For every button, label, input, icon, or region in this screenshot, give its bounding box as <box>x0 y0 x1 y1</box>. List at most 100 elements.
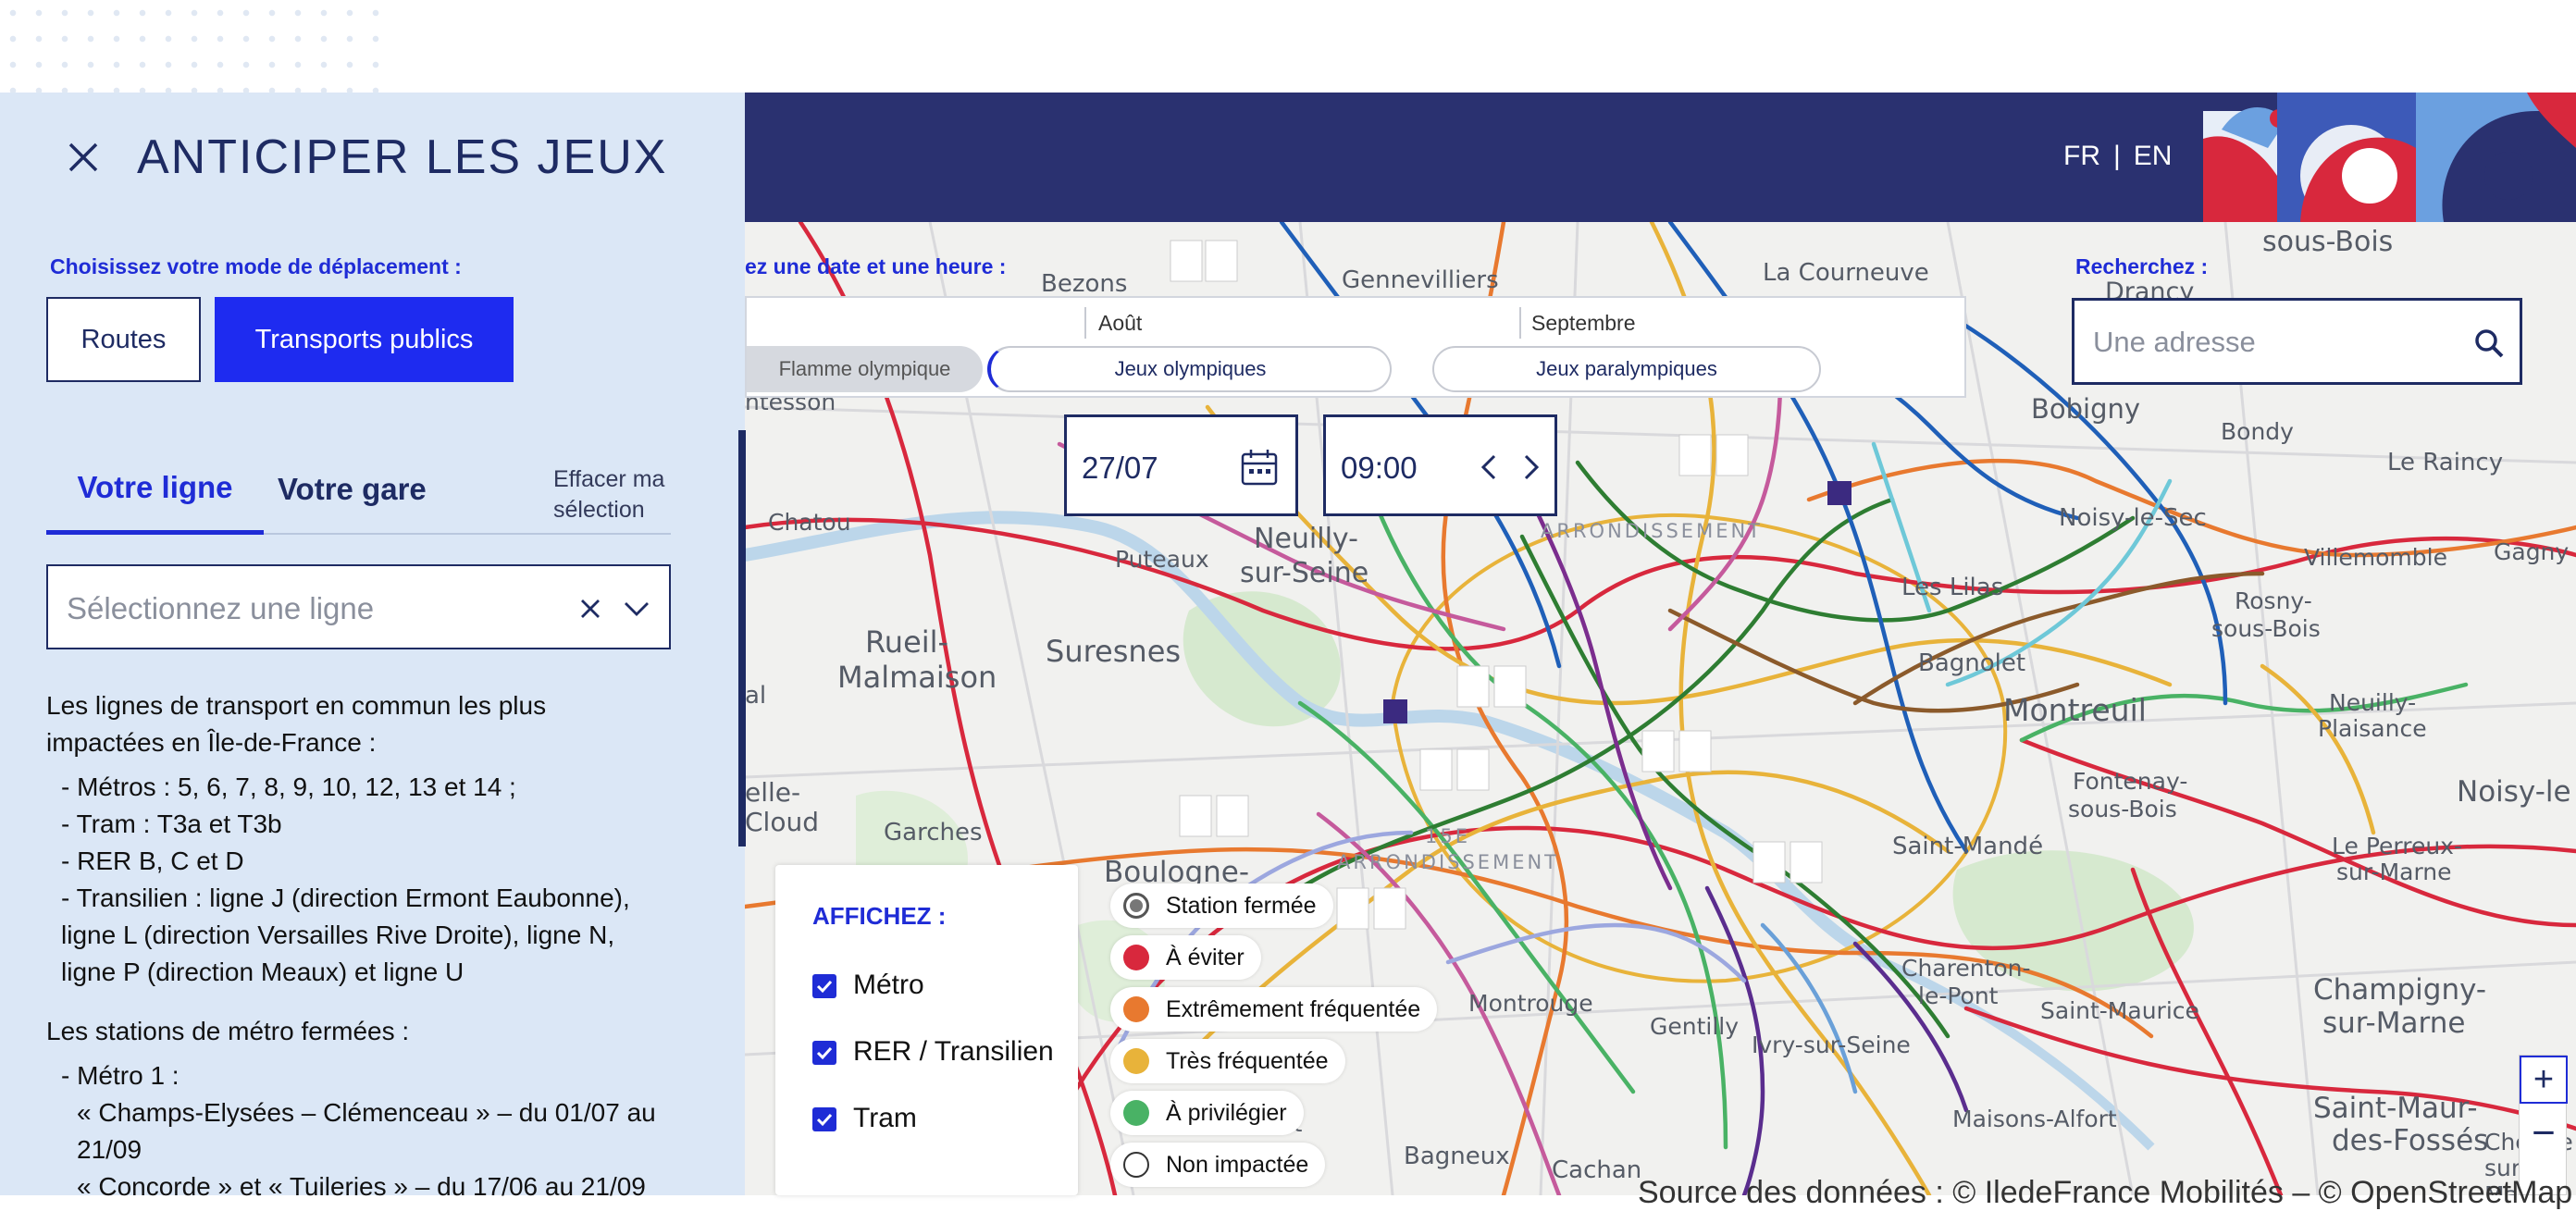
map-label-malmaison: Malmaison <box>837 660 997 695</box>
info-transilien-3: ligne P (direction Meaux) et ligne U <box>61 958 464 986</box>
tram-checkbox[interactable] <box>812 1107 836 1131</box>
status-dot-red <box>1123 945 1149 970</box>
chevron-right-icon[interactable] <box>1513 447 1550 488</box>
status-label: Station fermée <box>1166 892 1317 919</box>
search-icon[interactable] <box>2472 327 2506 360</box>
rer-checkbox[interactable] <box>812 1041 836 1065</box>
side-panel: ANTICIPER LES JEUX Choisissez votre mode… <box>0 93 745 1201</box>
map-label-ivry: Ivry-sur-Seine <box>1752 1032 1911 1058</box>
calendar-icon[interactable] <box>1239 447 1280 488</box>
layer-legend: AFFICHEZ : Métro RER / Transilien Tram <box>775 865 1078 1195</box>
map-label-saint-cloud-b: Cloud <box>745 807 819 837</box>
close-icon[interactable] <box>65 139 102 176</box>
info-metros: - Métros : 5, 6, 7, 8, 9, 10, 12, 13 et … <box>61 772 516 801</box>
event-timeline: Août Septembre Flamme olympique Jeux oly… <box>745 296 1966 398</box>
map-label-le-raincy: Le Raincy <box>2387 449 2504 476</box>
map-label-arrondissement-17: ARRONDISSEMENT <box>1541 520 1764 542</box>
map-label-sur-seine: sur-Seine <box>1240 557 1369 589</box>
tab-your-line[interactable]: Votre ligne <box>46 444 264 535</box>
map-label-al: al <box>745 682 767 710</box>
chevron-left-icon[interactable] <box>1470 447 1507 488</box>
status-label: Non impactée <box>1166 1151 1309 1178</box>
clear-icon[interactable] <box>574 592 607 625</box>
map-label-le-perreux: Le Perreux- <box>2332 833 2462 859</box>
data-source-text: Source des données : © IledeFrance Mobil… <box>1638 1175 2573 1210</box>
zoom-in-button[interactable]: + <box>2520 1056 2568 1104</box>
map-label-rueil: Rueil- <box>865 624 949 660</box>
lang-en-link[interactable]: EN <box>2134 141 2173 171</box>
mode-label: Choisissez votre mode de déplacement : <box>50 254 462 278</box>
status-extremely-busy: Extrêmement fréquentée <box>1110 987 1438 1032</box>
map-label-maisons-alfort: Maisons-Alfort <box>1952 1106 2117 1132</box>
date-label: ez une date et une heure : <box>745 254 1007 278</box>
map-label-saint-maur: Saint-Maur- <box>2313 1092 2478 1125</box>
public-transport-button[interactable]: Transports publics <box>215 297 514 382</box>
map-label-gagny: Gagny <box>2494 538 2570 565</box>
map-label-saint-mande: Saint-Mandé <box>1892 833 2044 860</box>
map-label-suresnes: Suresnes <box>1046 634 1182 669</box>
map-label-garches: Garches <box>884 819 983 846</box>
month-divider <box>1084 307 1086 339</box>
map-label-noisy-le-sec: Noisy-le-Sec <box>2059 504 2207 532</box>
map-label-noisy-le-grand: Noisy-le <box>2457 775 2571 809</box>
closed-stations-title: Les stations de métro fermées : <box>46 1017 410 1045</box>
time-picker[interactable]: 09:00 <box>1323 414 1557 516</box>
flame-pill[interactable]: Flamme olympique <box>747 346 983 392</box>
lang-separator: | <box>2113 141 2121 171</box>
zoom-out-button[interactable]: − <box>2520 1109 2568 1157</box>
map-label-bagnolet: Bagnolet <box>1918 649 2026 677</box>
status-label: À privilégier <box>1166 1099 1287 1126</box>
routes-button[interactable]: Routes <box>46 297 201 382</box>
map-label-neuilly: Neuilly- <box>1254 523 1358 555</box>
status-very-busy: Très fréquentée <box>1110 1039 1345 1083</box>
status-not-impacted: Non impactée <box>1110 1143 1326 1187</box>
metro-label: Métro <box>853 970 924 1000</box>
map-label-fontenay-sous-bois: sous-Bois <box>2068 796 2177 822</box>
map-label-sur-marne: sur-Marne <box>2336 859 2452 885</box>
map-label-15e: 15E <box>1425 825 1470 847</box>
map-label-plaisance: Plaisance <box>2318 715 2427 742</box>
map-label-villemomble: Villemomble <box>2304 544 2447 571</box>
closed-item-2: « Concorde » et « Tuileries » – du 17/06… <box>77 1172 646 1201</box>
legend-heading: AFFICHEZ : <box>812 902 947 930</box>
line-select[interactable]: Sélectionnez une ligne <box>46 564 671 649</box>
map-label-arrondissement-15: ARRONDISSEMENT <box>1337 851 1560 873</box>
lang-fr-link[interactable]: FR <box>2063 141 2100 171</box>
language-switcher: FR | EN <box>2063 141 2172 172</box>
info-transilien-1: - Transilien : ligne J (direction Ermont… <box>61 884 630 912</box>
date-value: 27/07 <box>1082 451 1158 485</box>
search-label: Recherchez : <box>2075 254 2209 278</box>
map-label-le-pont: le-Pont <box>1918 982 1999 1009</box>
map-label-saint-cloud-a: elle- <box>745 777 801 808</box>
map-label-rosny-sous-bois: sous-Bois <box>2211 615 2321 642</box>
map-label-rosny: Rosny- <box>2235 587 2312 614</box>
station-closed-icon <box>1123 893 1149 919</box>
tab-your-station[interactable]: Votre gare <box>278 444 427 535</box>
status-dot-orange <box>1123 996 1149 1022</box>
map-label-champigny-sur-marne: sur-Marne <box>2322 1007 2466 1040</box>
address-search-input[interactable] <box>2093 319 2463 365</box>
map-label-les-lilas: Les Lilas <box>1901 574 2004 601</box>
status-dot-green <box>1123 1100 1149 1126</box>
closed-item-1a: « Champs-Elysées – Clémenceau » – du 01/… <box>77 1098 656 1127</box>
status-label: À éviter <box>1166 944 1245 970</box>
olympic-games-pill[interactable]: Jeux olympiques <box>987 346 1392 392</box>
map-label-bondy: Bondy <box>2221 418 2294 445</box>
rer-label: RER / Transilien <box>853 1036 1054 1067</box>
panel-tabs: Votre ligne Votre gare Effacer ma sélect… <box>46 444 671 535</box>
status-label: Extrêmement fréquentée <box>1166 995 1421 1022</box>
info-intro-1: Les lignes de transport en commun les pl… <box>46 691 547 720</box>
map-label-gennevilliers: Gennevilliers <box>1342 266 1499 294</box>
paralympic-games-pill[interactable]: Jeux paralympiques <box>1432 346 1821 392</box>
chevron-down-icon[interactable] <box>618 592 655 625</box>
date-picker[interactable]: 27/07 <box>1064 414 1298 516</box>
status-dot-yellow <box>1123 1048 1149 1074</box>
clear-selection-link[interactable]: Effacer ma sélection <box>553 464 683 525</box>
map-label-puteaux: Puteaux <box>1115 546 1209 573</box>
metro-checkbox[interactable] <box>812 974 836 998</box>
status-label: Très fréquentée <box>1166 1047 1329 1074</box>
map-label-montreuil: Montreuil <box>2003 692 2147 728</box>
decorative-dots <box>0 0 389 93</box>
map-label-la-courneuve: La Courneuve <box>1763 259 1929 287</box>
info-rer: - RER B, C et D <box>61 846 244 875</box>
